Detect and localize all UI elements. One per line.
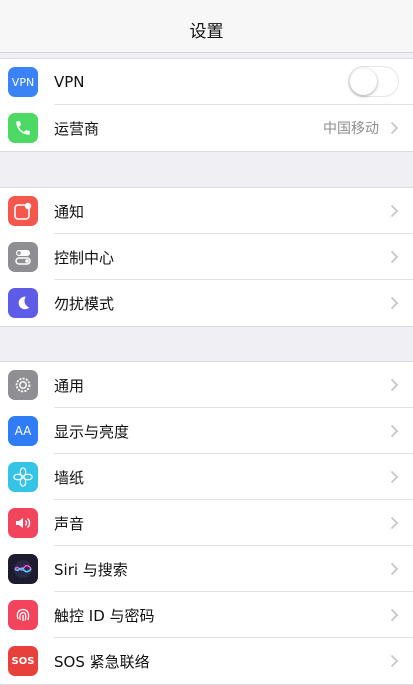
settings-row-display-brightness[interactable]: AA 显示与亮度 (0, 408, 413, 454)
vpn-toggle[interactable] (348, 66, 399, 97)
notifications-icon (8, 196, 38, 226)
settings-row-label: Siri 与搜索 (54, 560, 128, 579)
settings-row-label: 通知 (54, 202, 85, 221)
display-brightness-icon: AA (8, 416, 38, 446)
settings-row-label: 声音 (54, 514, 85, 533)
sos-icon-text: SOS (11, 655, 35, 667)
settings-row-label: 运营商 (54, 119, 100, 138)
fingerprint-icon (8, 600, 38, 630)
settings-row-vpn[interactable]: VPN VPN (0, 59, 413, 105)
general-group: 通用 AA 显示与亮度 墙纸 声音 Siri 与搜索 触控 ID 与密码 SOS… (0, 361, 413, 685)
settings-row-wallpaper[interactable]: 墙纸 (0, 454, 413, 500)
network-group: VPN VPN 运营商 中国移动 (0, 58, 413, 152)
moon-icon (8, 288, 38, 318)
settings-row-general[interactable]: 通用 (0, 362, 413, 408)
settings-row-label: 控制中心 (54, 248, 115, 267)
settings-row-label: 显示与亮度 (54, 422, 130, 441)
speaker-icon (8, 508, 38, 538)
settings-row-sounds[interactable]: 声音 (0, 500, 413, 546)
chevron-right-icon (390, 608, 399, 622)
settings-row-control-center[interactable]: 控制中心 (0, 234, 413, 280)
settings-row-emergency-sos[interactable]: SOS SOS 紧急联络 (0, 638, 413, 684)
chevron-right-icon (390, 121, 399, 135)
chevron-right-icon (390, 654, 399, 668)
chevron-right-icon (390, 562, 399, 576)
settings-row-carrier[interactable]: 运营商 中国移动 (0, 105, 413, 151)
chevron-right-icon (390, 470, 399, 484)
navigation-bar: 设置 (0, 0, 413, 53)
vpn-icon-text: VPN (11, 75, 35, 89)
siri-icon (8, 554, 38, 584)
page-title: 设置 (189, 21, 224, 42)
vpn-icon: VPN (8, 67, 38, 97)
chevron-right-icon (390, 424, 399, 438)
settings-row-label: 通用 (54, 376, 85, 395)
settings-row-label: 勿扰模式 (54, 294, 115, 313)
settings-row-notifications[interactable]: 通知 (0, 188, 413, 234)
settings-row-touch-id-passcode[interactable]: 触控 ID 与密码 (0, 592, 413, 638)
chevron-right-icon (390, 378, 399, 392)
chevron-right-icon (390, 250, 399, 264)
sos-icon: SOS (8, 646, 38, 676)
notifications-group: 通知 控制中心 勿扰模式 (0, 187, 413, 327)
gear-icon (8, 370, 38, 400)
toggle-knob (350, 68, 377, 95)
settings-row-label: 触控 ID 与密码 (54, 606, 155, 625)
wallpaper-icon (8, 462, 38, 492)
chevron-right-icon (390, 516, 399, 530)
chevron-right-icon (390, 204, 399, 218)
phone-icon (8, 113, 38, 143)
display-icon-text: AA (14, 424, 32, 438)
settings-row-label: 墙纸 (54, 468, 85, 487)
settings-row-label: VPN (54, 73, 85, 91)
control-center-icon (8, 242, 38, 272)
carrier-value: 中国移动 (323, 121, 379, 137)
settings-row-do-not-disturb[interactable]: 勿扰模式 (0, 280, 413, 326)
settings-row-siri-search[interactable]: Siri 与搜索 (0, 546, 413, 592)
chevron-right-icon (390, 296, 399, 310)
settings-row-label: SOS 紧急联络 (54, 652, 150, 671)
